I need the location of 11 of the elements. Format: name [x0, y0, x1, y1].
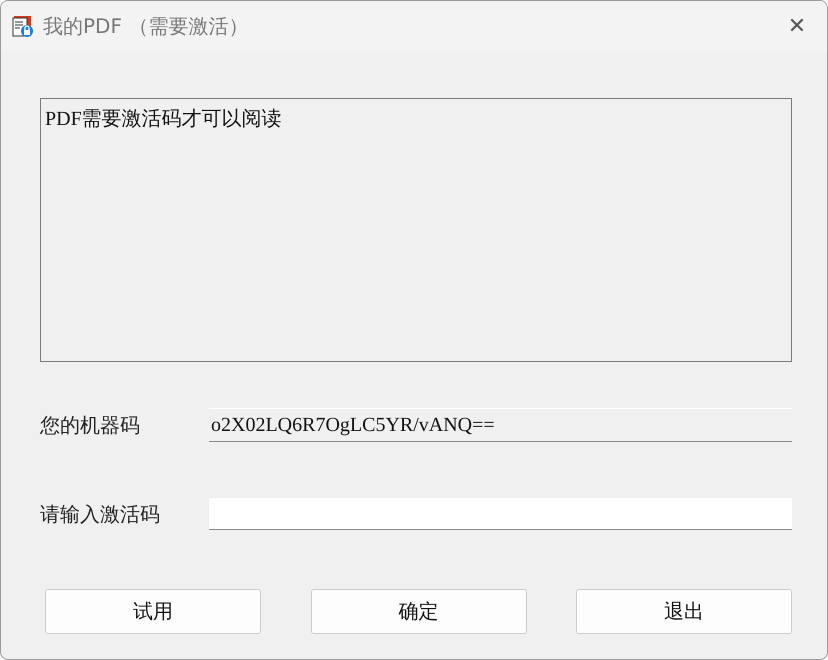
- dialog-button[interactable]: 退出: [576, 589, 792, 634]
- message-box: PDF需要激活码才可以阅读: [40, 98, 792, 362]
- window-title: 我的PDF （需要激活）: [43, 12, 250, 40]
- field-label: 您的机器码: [40, 412, 141, 438]
- field-label: 请输入激活码: [40, 500, 161, 528]
- dialog-button[interactable]: 确定: [310, 589, 526, 634]
- activation-code-field[interactable]: [209, 498, 792, 530]
- document-lock-icon: [11, 14, 35, 38]
- machine-code-field[interactable]: o2X02LQ6R7OgLC5YR/vANQ==: [209, 408, 792, 442]
- close-button[interactable]: ✕: [767, 2, 827, 50]
- dialog-button[interactable]: 试用: [45, 589, 261, 634]
